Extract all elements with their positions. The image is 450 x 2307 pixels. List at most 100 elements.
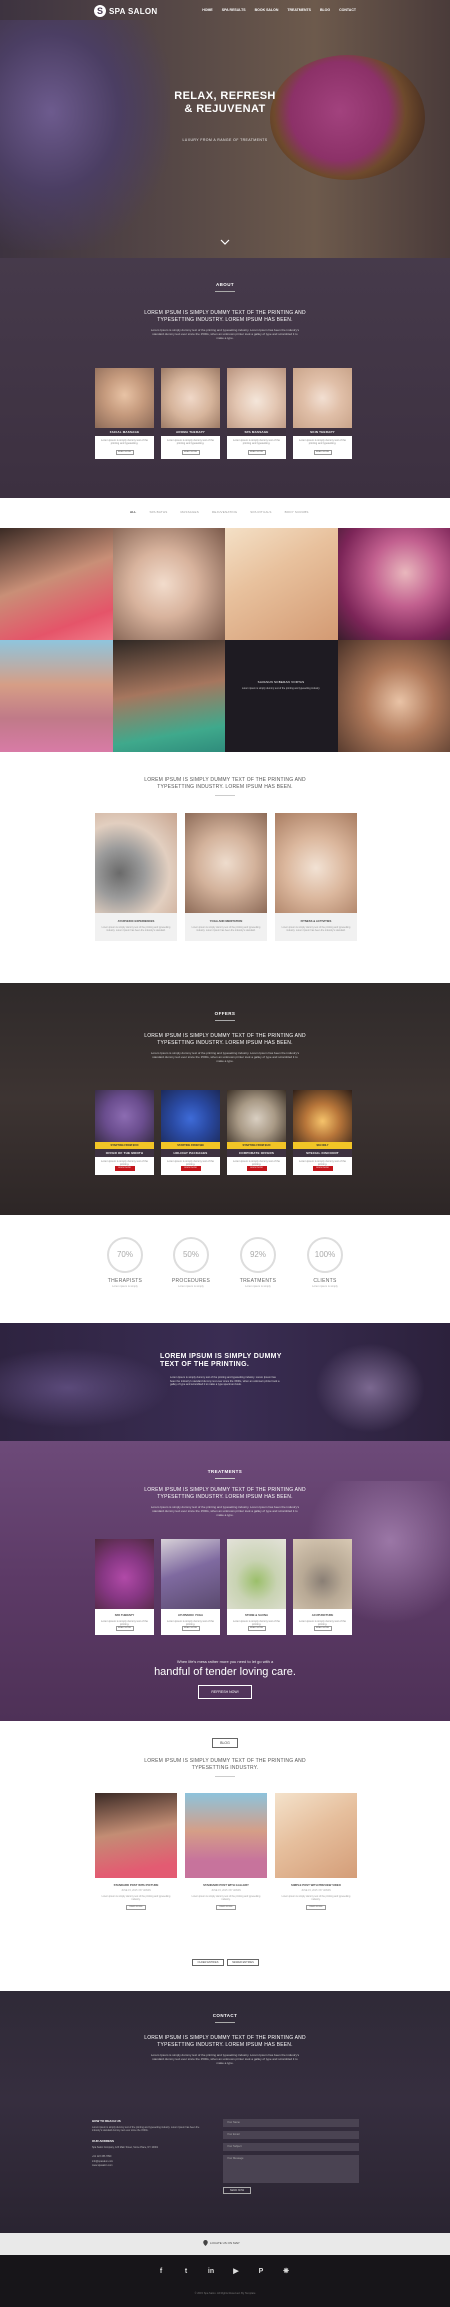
message-field[interactable]: Your Message [223,2155,359,2183]
post-title[interactable]: STANDARD POST WITH GALLERY [185,1878,267,1887]
older-entries-button[interactable]: OLDER ENTRIES [192,1959,224,1966]
read-more-button[interactable]: READ MORE [126,1904,146,1910]
portfolio-item[interactable] [225,528,338,640]
ayurvedic-image [95,813,177,913]
locate-map-button[interactable]: LOCATE US ON MAP [203,2240,239,2246]
treatment-image [95,1539,154,1609]
portfolio-item[interactable] [337,640,450,752]
stat-label: TREATMENTS [239,1278,277,1284]
filter-all[interactable]: ALL [130,510,136,514]
portfolio-item[interactable] [112,528,225,640]
yoga-image [185,813,267,913]
offer-card: STARTING FROM $150 OFFER OF THE MONTH Lo… [95,1090,154,1175]
website-link[interactable]: www.spasalon.com [92,2164,202,2167]
features-section: LOREM IPSUM IS SIMPLY DUMMY TEXT OF THE … [0,753,450,983]
main-menu: HOME SPA RESULTS BOOK SALON TREATMENTS B… [202,8,356,12]
aroma-therapy-image [161,368,220,428]
subject-field[interactable]: Your Subject [223,2143,359,2151]
divider [215,2022,235,2023]
blog-title: BLOG [212,1738,238,1748]
pinterest-icon[interactable]: P [255,2266,267,2278]
name-field[interactable]: Your Name [223,2119,359,2127]
scroll-down-icon[interactable] [219,236,231,248]
features-cards: AYURVEDIC EXPERIENCES Lorem ipsum is sim… [95,813,357,941]
read-more-button[interactable]: READ MORE [115,1626,134,1631]
portfolio-item[interactable] [112,640,225,752]
logo-text: SPA SALON [109,6,158,16]
hero-title-line-1: RELAX, REFRESH [174,90,276,102]
blog-post-image[interactable] [95,1793,177,1878]
filter-spa-rituals[interactable]: SPA RITUALS [250,510,271,514]
read-more-button[interactable]: READ MORE [181,450,200,455]
offers-lead: LOREM IPSUM IS SIMPLY DUMMY TEXT OF THE … [144,1033,306,1046]
features-lead: LOREM IPSUM IS SIMPLY DUMMY TEXT OF THE … [144,777,306,790]
menu-item-book-salon[interactable]: BOOK SALON [255,8,279,12]
feature-card: AYURVEDIC EXPERIENCES Lorem ipsum is sim… [95,813,177,941]
newer-entries-button[interactable]: NEWER ENTRIES [227,1959,259,1966]
treatment-card: ACUPUNCTURE Lorem ipsum is simply dummy … [293,1539,352,1635]
portfolio-item[interactable] [0,640,113,752]
read-more-button[interactable]: READ MORE [115,450,134,455]
menu-item-blog[interactable]: BLOG [320,8,330,12]
address-text: Spa Salon Company, 123 Main Street, Some… [92,2145,159,2149]
stat-therapists: 70% THERAPISTS Lorem ipsum is simply [100,1237,150,1288]
filter-spa-baths[interactable]: SPA BATHS [149,510,167,514]
treatment-title: STONE & SAUNA [244,1613,269,1617]
treatment-card: SPA THERAPY Lorem ipsum is simply dummy … [95,1539,154,1635]
price-tag: STARTING FROM $120 [227,1142,286,1149]
stat-ring: 100% [307,1237,343,1273]
menu-item-home[interactable]: HOME [202,8,213,12]
portfolio-grid: SAVASUN SOBERAN VORTAS Lorem ipsum is si… [0,528,450,752]
card-title: SPA MASSAGE [227,428,286,436]
read-more-button[interactable]: READ MORE [216,1904,236,1910]
rss-icon[interactable]: ❋ [280,2266,292,2278]
towel-image [0,1348,170,1428]
portfolio-item[interactable] [0,528,113,640]
portfolio-item-hovered[interactable]: SAVASUN SOBERAN VORTAS Lorem ipsum is si… [225,640,338,752]
offers-section: OFFERS LOREM IPSUM IS SIMPLY DUMMY TEXT … [0,983,450,1215]
linkedin-icon[interactable]: in [205,2266,217,2278]
banner-section: LOREM IPSUM IS SIMPLY DUMMY TEXT OF THE … [0,1323,450,1441]
map-pin-icon [203,2240,208,2246]
portfolio-item[interactable] [337,528,450,640]
blog-post-image[interactable] [185,1793,267,1878]
skin-therapy-image [293,368,352,428]
refresh-now-button[interactable]: REFRESH NOW! [198,1685,252,1699]
banner-title: LOREM IPSUM IS SIMPLY DUMMY TEXT OF THE … [160,1353,282,1368]
email-field[interactable]: Your Email [223,2131,359,2139]
twitter-icon[interactable]: t [180,2266,192,2278]
menu-item-contact[interactable]: CONTACT [339,8,356,12]
read-more-button[interactable]: READ MORE [247,450,266,455]
send-button[interactable]: SEND NOW [223,2187,251,2194]
read-more-button[interactable]: READ MORE [247,1626,266,1631]
read-more-button[interactable]: READ MORE [313,450,332,455]
price-tag: $49 ONLY [293,1142,352,1149]
post-title[interactable]: SIMPLE POST WITH PREVIEW VIDEO [275,1878,357,1887]
read-more-button[interactable]: READ MORE [306,1904,326,1910]
filter-massages[interactable]: MASSAGES [180,510,198,514]
stat-clients: 100% CLIENTS Lorem ipsum is simply [300,1237,350,1288]
about-section: ABOUT LOREM IPSUM IS SIMPLY DUMMY TEXT O… [0,258,450,498]
bath-salt-bowl-image [270,55,425,180]
facebook-icon[interactable]: f [155,2266,167,2278]
about-card: SPA MASSAGE Lorem ipsum is simply dummy … [227,368,286,459]
price-tag: STARTING FROM $99 [161,1142,220,1149]
feature-text: Lorem ipsum is simply dummy text of the … [101,926,171,933]
filter-body-scrubs[interactable]: BODY SCRUBS [285,510,309,514]
email-link[interactable]: info@spasalon.com [92,2160,202,2163]
card-title: FACIAL MASSAGE [95,428,154,436]
youtube-icon[interactable]: ▶ [230,2266,242,2278]
card-title: AROMA THERAPY [161,428,220,436]
filter-rejuvenating[interactable]: REJUVENATING [212,510,237,514]
menu-item-treatments[interactable]: TREATMENTS [287,8,311,12]
feature-title: AYURVEDIC EXPERIENCES [117,919,155,923]
post-title[interactable]: STANDARD POST WITH PICTURE [95,1878,177,1887]
read-more-button[interactable]: READ MORE [181,1626,200,1631]
blog-post-image[interactable] [275,1793,357,1878]
read-more-button[interactable]: READ MORE [313,1626,332,1631]
menu-item-spa-results[interactable]: SPA RESULTS [222,8,246,12]
logo[interactable]: S SPA SALON [94,5,157,17]
treatment-image [161,1539,220,1609]
facial-massage-image [95,368,154,428]
stat-sub: Lorem ipsum is simply [112,1285,138,1288]
